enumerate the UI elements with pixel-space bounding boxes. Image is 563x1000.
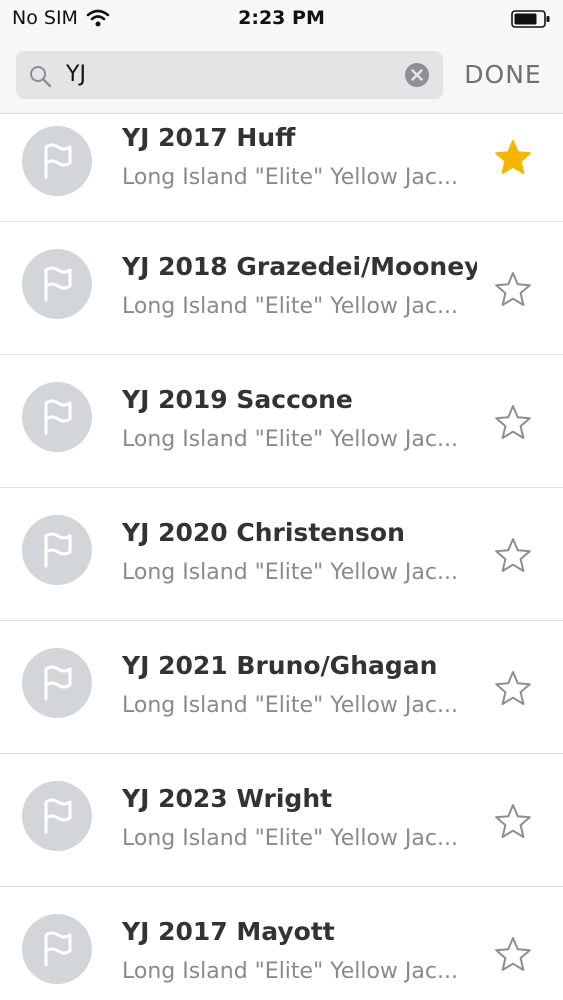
team-organization: Long Island "Elite" Yellow Jac... — [122, 959, 458, 984]
favorite-star-icon[interactable] — [493, 536, 533, 576]
team-list-item[interactable]: YJ 2018 Grazedei/Mooney Long Island "Eli… — [0, 222, 563, 355]
flag-icon — [44, 665, 72, 701]
team-name: YJ 2019 Saccone — [122, 385, 353, 414]
team-organization: Long Island "Elite" Yellow Jac... — [122, 427, 458, 452]
team-name: YJ 2023 Wright — [122, 784, 333, 813]
favorite-star-icon[interactable] — [493, 403, 533, 443]
team-list-item[interactable]: YJ 2023 Wright Long Island "Elite" Yello… — [0, 754, 563, 887]
favorite-star-icon[interactable] — [493, 270, 533, 310]
team-avatar — [22, 382, 92, 452]
status-time: 2:23 PM — [238, 7, 325, 29]
status-bar: No SIM 2:23 PM — [0, 0, 563, 38]
flag-icon — [44, 143, 72, 179]
team-avatar — [22, 648, 92, 718]
team-name: YJ 2018 Grazedei/Mooney — [122, 252, 477, 281]
flag-icon — [44, 798, 72, 834]
team-name: YJ 2017 Huff — [122, 123, 296, 152]
done-button[interactable]: DONE — [458, 51, 548, 99]
team-list-item[interactable]: YJ 2020 Christenson Long Island "Elite" … — [0, 488, 563, 621]
flag-icon — [44, 399, 72, 435]
team-avatar — [22, 914, 92, 984]
search-icon — [30, 66, 52, 88]
flag-icon — [44, 266, 72, 302]
battery-icon — [511, 10, 550, 28]
team-organization: Long Island "Elite" Yellow Jac... — [122, 165, 458, 190]
clear-search-icon[interactable] — [405, 63, 429, 87]
team-list-item[interactable]: YJ 2019 Saccone Long Island "Elite" Yell… — [0, 355, 563, 488]
favorite-star-icon[interactable] — [493, 138, 533, 178]
team-avatar — [22, 515, 92, 585]
team-organization: Long Island "Elite" Yellow Jac... — [122, 826, 458, 851]
team-avatar — [22, 249, 92, 319]
team-organization: Long Island "Elite" Yellow Jac... — [122, 693, 458, 718]
team-name: YJ 2017 Mayott — [122, 917, 335, 946]
search-field[interactable]: YJ — [16, 51, 443, 99]
team-organization: Long Island "Elite" Yellow Jac... — [122, 560, 458, 585]
team-name: YJ 2020 Christenson — [122, 518, 405, 547]
flag-icon — [44, 931, 72, 967]
team-avatar — [22, 126, 92, 196]
search-bar: YJ DONE — [0, 38, 563, 114]
favorite-star-icon[interactable] — [493, 935, 533, 975]
favorite-star-icon[interactable] — [493, 802, 533, 842]
search-input[interactable]: YJ — [66, 51, 406, 99]
favorite-star-icon[interactable] — [493, 669, 533, 709]
team-list-item[interactable]: YJ 2021 Bruno/Ghagan Long Island "Elite"… — [0, 621, 563, 754]
team-avatar — [22, 781, 92, 851]
team-list-item[interactable]: YJ 2017 Huff Long Island "Elite" Yellow … — [0, 114, 563, 222]
team-list-item[interactable]: YJ 2017 Mayott Long Island "Elite" Yello… — [0, 887, 563, 1000]
flag-icon — [44, 532, 72, 568]
team-name: YJ 2021 Bruno/Ghagan — [122, 651, 438, 680]
team-list: YJ 2017 Huff Long Island "Elite" Yellow … — [0, 114, 563, 1000]
team-organization: Long Island "Elite" Yellow Jac... — [122, 294, 458, 319]
